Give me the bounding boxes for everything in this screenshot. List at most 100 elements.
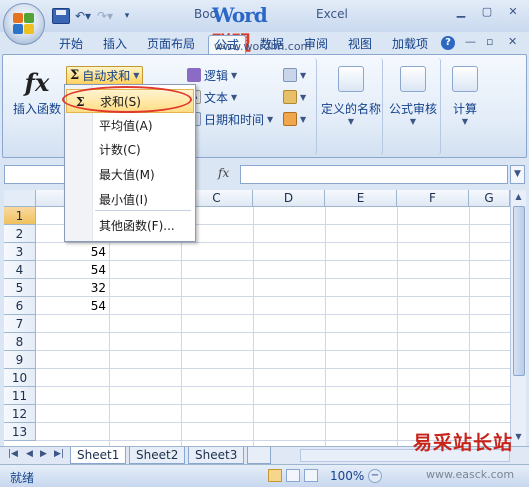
gridline [397, 207, 398, 446]
menu-item-count[interactable]: 计数(C) [66, 138, 194, 162]
tab-home[interactable]: 开始 [55, 35, 87, 54]
insert-sheet-icon[interactable] [247, 447, 271, 464]
tab-insert[interactable]: 插入 [99, 35, 131, 54]
formula-input[interactable] [240, 165, 508, 184]
first-sheet-icon[interactable]: |◀ [8, 449, 18, 459]
page-break-view-icon[interactable] [304, 469, 318, 482]
chevron-down-icon: ▼ [133, 71, 140, 80]
title-suffix: Excel [316, 7, 348, 21]
text-label: 文本 [204, 90, 229, 105]
tab-view[interactable]: 视图 [344, 35, 376, 54]
cell-b[interactable]: 54 [36, 243, 109, 261]
row-header[interactable]: 3 [4, 243, 36, 261]
menu-item-min[interactable]: 最小值(I) [66, 188, 194, 212]
row-header[interactable]: 4 [4, 261, 36, 279]
row-header[interactable]: 8 [4, 333, 36, 351]
cell-b[interactable] [36, 387, 109, 405]
cell-b[interactable] [36, 333, 109, 351]
sheet-tab-1[interactable]: Sheet1 [70, 447, 127, 464]
save-icon[interactable] [52, 8, 70, 24]
vertical-scrollbar[interactable]: ▲ ▼ [510, 190, 526, 446]
normal-view-icon[interactable] [268, 469, 282, 482]
sheet-tab-3[interactable]: Sheet3 [188, 447, 245, 464]
row-header[interactable]: 10 [4, 369, 36, 387]
tab-add-ins[interactable]: 加载项 [388, 35, 432, 54]
formula-auditing-button[interactable]: 公式审核 ▼ [387, 66, 439, 126]
menu-item-average[interactable]: 平均值(A) [66, 114, 194, 138]
row-header[interactable]: 9 [4, 351, 36, 369]
close-icon[interactable]: ✕ [501, 4, 525, 21]
column-header-e[interactable]: E [325, 190, 397, 207]
maximize-icon[interactable]: ▢ [475, 4, 499, 21]
ribbon-minimize-icon[interactable]: — [465, 35, 476, 48]
ribbon-close-icon[interactable]: ✕ [508, 35, 517, 48]
zoom-level[interactable]: 100% [330, 469, 364, 483]
chevron-down-icon: ▼ [461, 117, 469, 126]
row-header[interactable]: 5 [4, 279, 36, 297]
lookup-button[interactable]: ▼ [283, 66, 306, 84]
row-header[interactable]: 12 [4, 405, 36, 423]
tab-page-layout[interactable]: 页面布局 [143, 35, 199, 54]
column-header-f[interactable]: F [397, 190, 469, 207]
cell-b[interactable]: 54 [36, 297, 109, 315]
calculation-button[interactable]: 计算 ▼ [445, 66, 485, 126]
datetime-label: 日期和时间 [204, 112, 265, 127]
customize-qat-icon[interactable]: ▾ [118, 8, 136, 24]
gridline [181, 207, 182, 446]
prev-sheet-icon[interactable]: ◀ [26, 449, 33, 459]
undo-icon[interactable]: ↶▾ [74, 8, 92, 24]
row-header[interactable]: 11 [4, 387, 36, 405]
menu-item-max[interactable]: 最大值(M) [66, 163, 194, 187]
datetime-button[interactable]: 日期和时间 ▼ [187, 110, 273, 128]
row-header[interactable]: 1 [4, 207, 36, 225]
cell-b[interactable]: 54 [36, 261, 109, 279]
sheet-tab-2[interactable]: Sheet2 [129, 447, 186, 464]
last-sheet-icon[interactable]: ▶| [54, 449, 64, 459]
formula-auditing-label: 公式审核 [388, 102, 437, 116]
select-all-corner[interactable] [4, 190, 36, 207]
math-button[interactable]: ▼ [283, 88, 306, 106]
ribbon-restore-icon[interactable]: ▫ [486, 35, 493, 48]
cell-b[interactable] [36, 405, 109, 423]
page-layout-view-icon[interactable] [286, 469, 300, 482]
zoom-out-icon[interactable]: − [368, 469, 382, 483]
autosum-button[interactable]: Σ 自动求和 ▼ [66, 66, 144, 85]
insert-function-button[interactable]: fx 插入函数 [11, 66, 63, 117]
cell-b[interactable] [36, 315, 109, 333]
more-functions-button[interactable]: ▼ [283, 110, 306, 128]
column-header-d[interactable]: D [253, 190, 325, 207]
next-sheet-icon[interactable]: ▶ [40, 449, 47, 459]
menu-item-more-functions[interactable]: 其他函数(F)... [66, 214, 194, 238]
insert-function-fx-icon[interactable]: fx [218, 166, 229, 180]
cell-b[interactable] [36, 351, 109, 369]
chevron-down-icon: ▼ [231, 70, 238, 80]
logical-button[interactable]: 逻辑 ▼ [187, 66, 237, 84]
site-watermark-logo: 易采站长站 [413, 432, 514, 454]
scroll-thumb[interactable] [513, 206, 525, 376]
window-title: Boo Word联盟 Excel [194, 3, 348, 55]
row-header[interactable]: 7 [4, 315, 36, 333]
status-ready: 就绪 [10, 471, 35, 485]
cell-b[interactable] [36, 423, 109, 441]
expand-formula-bar-icon[interactable]: ▼ [510, 165, 525, 184]
scroll-down-icon[interactable]: ▼ [511, 430, 526, 444]
office-logo-icon [13, 13, 35, 35]
defined-names-label: 定义的名称 [321, 102, 382, 116]
scroll-up-icon[interactable]: ▲ [511, 190, 526, 204]
cell-b[interactable]: 32 [36, 279, 109, 297]
row-header[interactable]: 2 [4, 225, 36, 243]
minimize-icon[interactable]: ▁ [449, 4, 473, 21]
cell-b[interactable] [36, 369, 109, 387]
name-box[interactable] [4, 165, 66, 184]
column-header-g[interactable]: G [469, 190, 510, 207]
menu-separator [95, 210, 191, 211]
watermark-word: Word [212, 3, 268, 27]
office-button[interactable] [3, 3, 45, 45]
row-header[interactable]: 6 [4, 297, 36, 315]
redo-icon[interactable]: ↷▾ [96, 8, 114, 24]
help-icon[interactable]: ? [441, 36, 455, 50]
row-header[interactable]: 13 [4, 423, 36, 441]
gridline [109, 207, 110, 446]
defined-names-button[interactable]: 定义的名称 ▼ [321, 66, 381, 126]
calculation-label: 计算 [452, 102, 477, 116]
